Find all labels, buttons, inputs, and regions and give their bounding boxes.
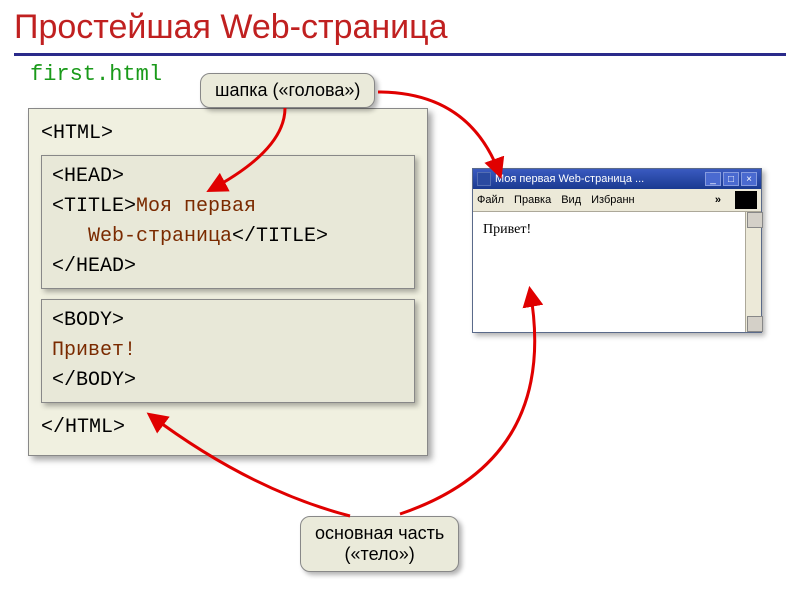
tag-html-close: </HTML>: [41, 416, 125, 439]
callout-body-line2: («тело»): [315, 544, 444, 565]
title-text-line2: Web-страница: [88, 225, 232, 248]
ie-icon: [477, 172, 491, 186]
browser-menubar: Файл Правка Вид Избранн »: [473, 189, 761, 212]
body-text: Привет!: [52, 339, 136, 362]
menu-overflow-chevron[interactable]: »: [715, 194, 721, 206]
minimize-button[interactable]: _: [705, 172, 721, 186]
window-buttons: _ □ ×: [705, 172, 757, 186]
tag-body-close: </BODY>: [52, 369, 136, 392]
browser-viewport: Привет!: [473, 212, 761, 332]
page-content-text: Привет!: [483, 222, 531, 237]
tag-title-open: <TITLE>: [52, 195, 136, 218]
tag-head-open: <HEAD>: [52, 165, 124, 188]
tag-html-open: <HTML>: [41, 122, 113, 145]
menu-favorites[interactable]: Избранн: [591, 194, 635, 206]
title-underline: [14, 53, 786, 56]
code-block: <HTML> <HEAD> <TITLE>Моя первая Web-стра…: [28, 108, 428, 456]
callout-head: шапка («голова»): [200, 73, 375, 108]
slide-title: Простейшая Web-страница: [0, 0, 800, 53]
body-section-box: <BODY> Привет! </BODY>: [41, 299, 415, 403]
scrollbar[interactable]: [745, 212, 761, 332]
browser-titlebar: Моя первая Web-страница ... _ □ ×: [473, 169, 761, 189]
throbber-icon: [735, 191, 757, 209]
menu-view[interactable]: Вид: [561, 194, 581, 206]
close-button[interactable]: ×: [741, 172, 757, 186]
tag-body-open: <BODY>: [52, 309, 124, 332]
tag-title-close: </TITLE>: [232, 225, 328, 248]
title-text-line1: Моя первая: [136, 195, 256, 218]
callout-body-line1: основная часть: [315, 523, 444, 544]
tag-head-close: </HEAD>: [52, 255, 136, 278]
menu-file[interactable]: Файл: [477, 194, 504, 206]
maximize-button[interactable]: □: [723, 172, 739, 186]
browser-window: Моя первая Web-страница ... _ □ × Файл П…: [472, 168, 762, 333]
callout-body: основная часть («тело»): [300, 516, 459, 572]
head-section-box: <HEAD> <TITLE>Моя первая Web-страница</T…: [41, 155, 415, 289]
filename-label: first.html: [30, 62, 800, 87]
browser-title-text: Моя первая Web-страница ...: [495, 173, 701, 185]
menu-edit[interactable]: Правка: [514, 194, 551, 206]
